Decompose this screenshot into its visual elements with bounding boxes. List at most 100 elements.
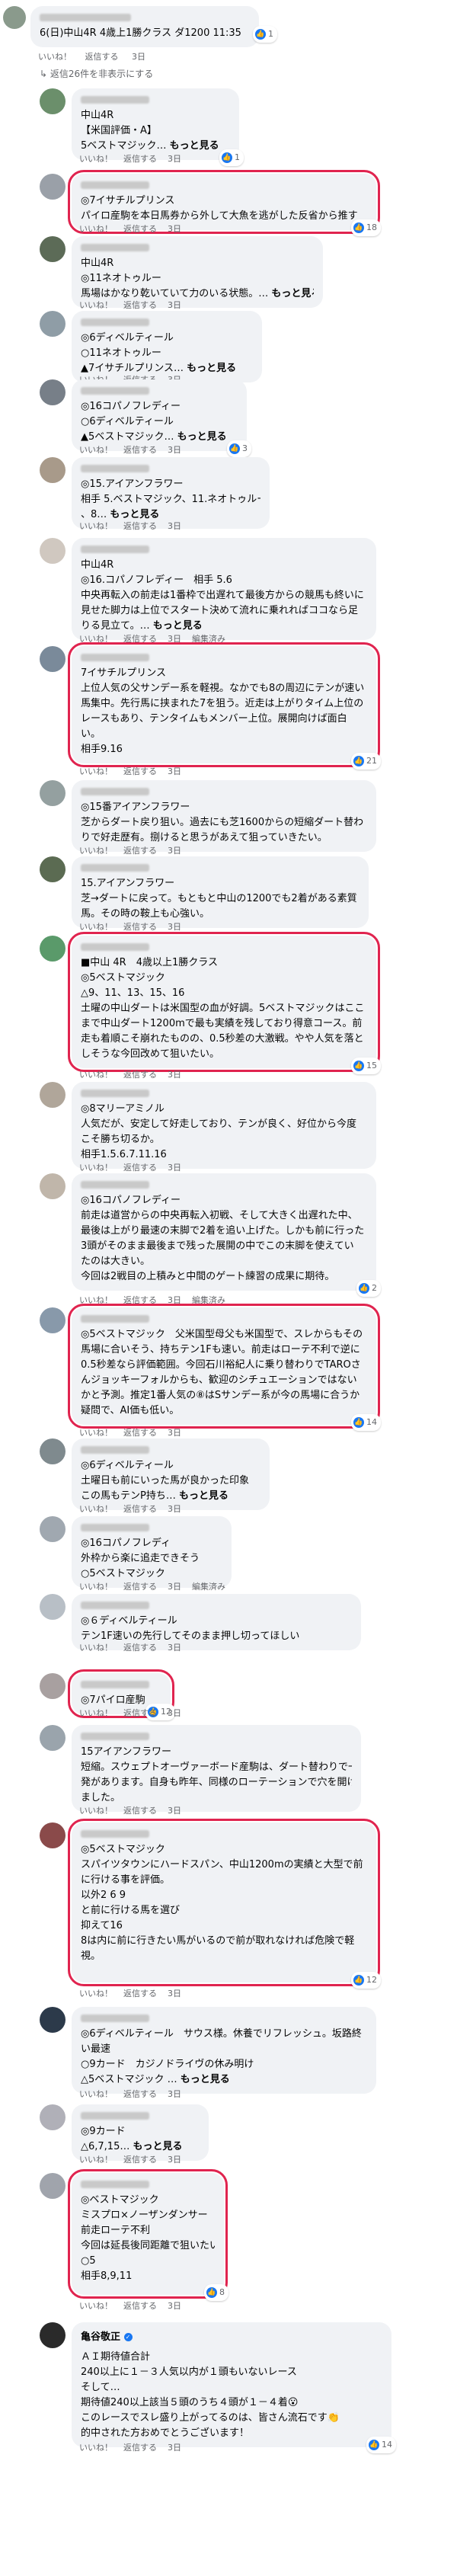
- author-name[interactable]: [81, 1524, 149, 1531]
- like-button[interactable]: いいね！: [79, 1070, 113, 1080]
- like-button[interactable]: いいね！: [38, 52, 72, 62]
- reply-button[interactable]: 返信する: [123, 2155, 157, 2165]
- reply-button[interactable]: 返信する: [123, 1643, 157, 1653]
- avatar[interactable]: [40, 1594, 66, 1620]
- like-button[interactable]: いいね！: [79, 1163, 113, 1173]
- avatar[interactable]: [40, 1516, 66, 1542]
- avatar[interactable]: [40, 1822, 66, 1848]
- author-name[interactable]: [81, 96, 149, 104]
- author-name[interactable]: [81, 654, 149, 661]
- reply-button[interactable]: 返信する: [123, 1504, 157, 1514]
- avatar[interactable]: [40, 174, 66, 200]
- like-count[interactable]: 👍 14: [351, 1414, 381, 1431]
- author-name[interactable]: [81, 788, 149, 795]
- like-count[interactable]: 👍 1: [253, 26, 277, 43]
- see-more-link[interactable]: もっと見る: [187, 363, 236, 374]
- reply-button[interactable]: 返信する: [123, 846, 157, 856]
- like-button[interactable]: いいね！: [79, 1989, 113, 1998]
- author-name[interactable]: [81, 1733, 149, 1740]
- like-count[interactable]: 👍 12: [351, 1972, 381, 1989]
- like-count[interactable]: 👍 21: [351, 753, 381, 770]
- author-name[interactable]: [81, 465, 149, 472]
- author-name[interactable]: [81, 1315, 149, 1323]
- like-button[interactable]: いいね！: [79, 2089, 113, 2099]
- like-button[interactable]: いいね！: [79, 154, 113, 164]
- see-more-link[interactable]: もっと見る: [181, 2074, 230, 2085]
- avatar[interactable]: [40, 1082, 66, 1108]
- like-button[interactable]: いいね！: [79, 1295, 113, 1305]
- like-button[interactable]: いいね！: [79, 766, 113, 776]
- author-name[interactable]: [81, 244, 149, 251]
- avatar[interactable]: [40, 2104, 66, 2130]
- avatar[interactable]: [40, 1173, 66, 1199]
- avatar[interactable]: [40, 2322, 66, 2348]
- reply-button[interactable]: 返信する: [123, 1295, 157, 1305]
- author-name[interactable]: [81, 2014, 149, 2022]
- author-name[interactable]: [81, 2112, 149, 2120]
- like-count[interactable]: 👍 2: [356, 1280, 381, 1297]
- author-name[interactable]: [81, 1181, 149, 1189]
- author-name[interactable]: [81, 1681, 149, 1688]
- reply-button[interactable]: 返信する: [123, 2443, 157, 2453]
- like-count[interactable]: 👍 18: [351, 219, 381, 236]
- see-more-link[interactable]: もっと見る: [179, 1490, 228, 1502]
- reply-button[interactable]: 返信する: [123, 1070, 157, 1080]
- like-button[interactable]: いいね！: [79, 1643, 113, 1653]
- like-button[interactable]: いいね！: [79, 846, 113, 856]
- author-name[interactable]: [81, 943, 149, 951]
- reply-button[interactable]: 返信する: [123, 1989, 157, 1998]
- like-button[interactable]: いいね！: [79, 521, 113, 531]
- reply-button[interactable]: 返信する: [123, 300, 157, 310]
- avatar[interactable]: [40, 457, 66, 483]
- reply-button[interactable]: 返信する: [123, 1708, 157, 1718]
- avatar[interactable]: [40, 538, 66, 564]
- like-count[interactable]: 👍 3: [227, 440, 251, 457]
- like-button[interactable]: いいね！: [79, 634, 113, 644]
- see-more-link[interactable]: もっと見る: [153, 620, 203, 632]
- hide-replies-toggle[interactable]: ↳ 返信26件を非表示にする: [40, 67, 153, 80]
- reply-button[interactable]: 返信する: [123, 1582, 157, 1592]
- reply-button[interactable]: 返信する: [123, 1163, 157, 1173]
- like-button[interactable]: いいね！: [79, 224, 113, 234]
- avatar[interactable]: [40, 1673, 66, 1699]
- author-name[interactable]: [81, 1602, 149, 1609]
- reply-button[interactable]: 返信する: [123, 1428, 157, 1438]
- reply-button[interactable]: 返信する: [123, 922, 157, 932]
- reply-button[interactable]: 返信する: [123, 154, 157, 164]
- see-more-link[interactable]: もっと見る: [271, 288, 314, 299]
- reply-button[interactable]: 返信する: [85, 52, 119, 62]
- avatar[interactable]: [40, 1307, 66, 1333]
- like-button[interactable]: いいね！: [79, 922, 113, 932]
- avatar[interactable]: [40, 856, 66, 882]
- reply-button[interactable]: 返信する: [123, 445, 157, 455]
- see-more-link[interactable]: もっと見る: [170, 140, 219, 152]
- author-name[interactable]: [81, 1446, 149, 1454]
- author-name[interactable]: [81, 1830, 149, 1838]
- author-name[interactable]: [81, 864, 149, 872]
- like-button[interactable]: いいね！: [79, 1504, 113, 1514]
- like-button[interactable]: いいね！: [79, 1428, 113, 1438]
- author-name[interactable]: 亀谷敬正 ✓: [81, 2330, 382, 2345]
- see-more-link[interactable]: もっと見る: [133, 2141, 182, 2152]
- reply-button[interactable]: 返信する: [123, 634, 157, 644]
- like-button[interactable]: いいね！: [79, 445, 113, 455]
- author-name[interactable]: [81, 318, 149, 326]
- reply-button[interactable]: 返信する: [123, 2301, 157, 2311]
- avatar[interactable]: [40, 936, 66, 962]
- avatar[interactable]: [40, 780, 66, 806]
- like-button[interactable]: いいね！: [79, 2301, 113, 2311]
- like-count[interactable]: 👍 1: [219, 149, 244, 166]
- reply-button[interactable]: 返信する: [123, 2089, 157, 2099]
- author-name[interactable]: [81, 2181, 149, 2188]
- avatar[interactable]: [3, 6, 26, 29]
- avatar[interactable]: [40, 88, 66, 114]
- reply-button[interactable]: 返信する: [123, 224, 157, 234]
- like-count[interactable]: 👍 8: [204, 2284, 228, 2301]
- like-button[interactable]: いいね！: [79, 1582, 113, 1592]
- like-button[interactable]: いいね！: [79, 1708, 113, 1718]
- like-count[interactable]: 👍 14: [366, 2437, 396, 2453]
- avatar[interactable]: [40, 1725, 66, 1751]
- like-button[interactable]: いいね！: [79, 300, 113, 310]
- avatar[interactable]: [40, 646, 66, 672]
- reply-button[interactable]: 返信する: [123, 1806, 157, 1816]
